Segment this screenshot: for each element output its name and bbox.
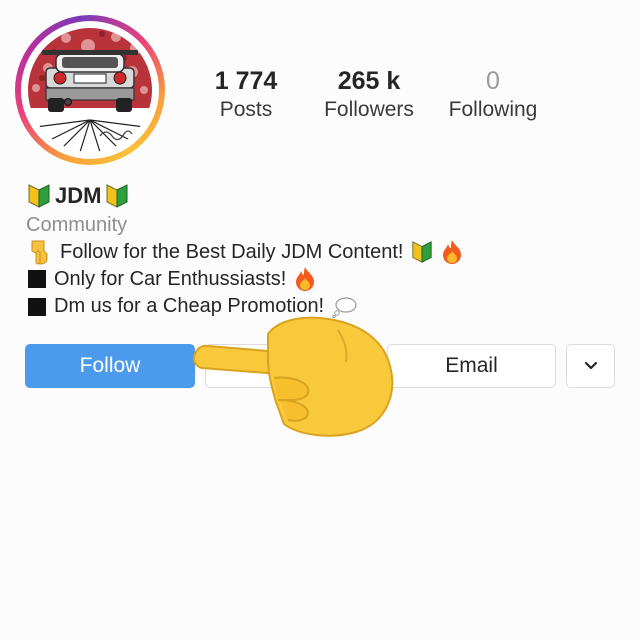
chevron-down-icon xyxy=(584,361,597,370)
stat-followers[interactable]: 265 k Followers xyxy=(316,66,422,124)
following-label: Following xyxy=(448,98,538,121)
fire-icon xyxy=(443,240,462,264)
avatar-border xyxy=(21,21,159,159)
black-square-icon xyxy=(28,270,46,288)
bio-line-2: Only for Car Enthussiasts! xyxy=(28,266,316,292)
bio-line-1: Follow for the Best Daily JDM Content! xyxy=(28,239,463,265)
more-options-button[interactable] xyxy=(566,344,615,388)
avatar-image xyxy=(28,28,152,152)
following-count: 0 xyxy=(486,67,500,95)
followers-count: 265 k xyxy=(337,67,401,95)
email-button[interactable]: Email xyxy=(387,344,556,388)
pointing-down-hand-icon xyxy=(31,240,48,265)
profile-avatar[interactable] xyxy=(15,15,165,165)
fire-icon xyxy=(296,267,315,291)
bio-text-1: Follow for the Best Daily JDM Content! xyxy=(60,240,404,263)
follow-button[interactable]: Follow xyxy=(25,344,195,388)
beginner-leaf-icon xyxy=(412,241,433,263)
stat-following[interactable]: 0 Following xyxy=(440,66,546,124)
posts-count: 1 774 xyxy=(214,67,278,95)
pointing-left-hand-icon xyxy=(193,316,394,437)
profile-name: JDM xyxy=(55,183,102,208)
stat-posts[interactable]: 1 774 Posts xyxy=(200,66,292,124)
followers-label: Followers xyxy=(324,98,414,121)
profile-category: Community xyxy=(26,214,128,236)
car-illustration-icon xyxy=(28,28,152,152)
beginner-leaf-icon xyxy=(28,184,50,208)
posts-label: Posts xyxy=(219,98,273,121)
black-square-icon xyxy=(28,297,46,316)
beginner-leaf-icon xyxy=(106,184,128,208)
profile-name-row: JDM xyxy=(27,181,129,211)
bio-text-2: Only for Car Enthussiasts! xyxy=(54,267,287,290)
